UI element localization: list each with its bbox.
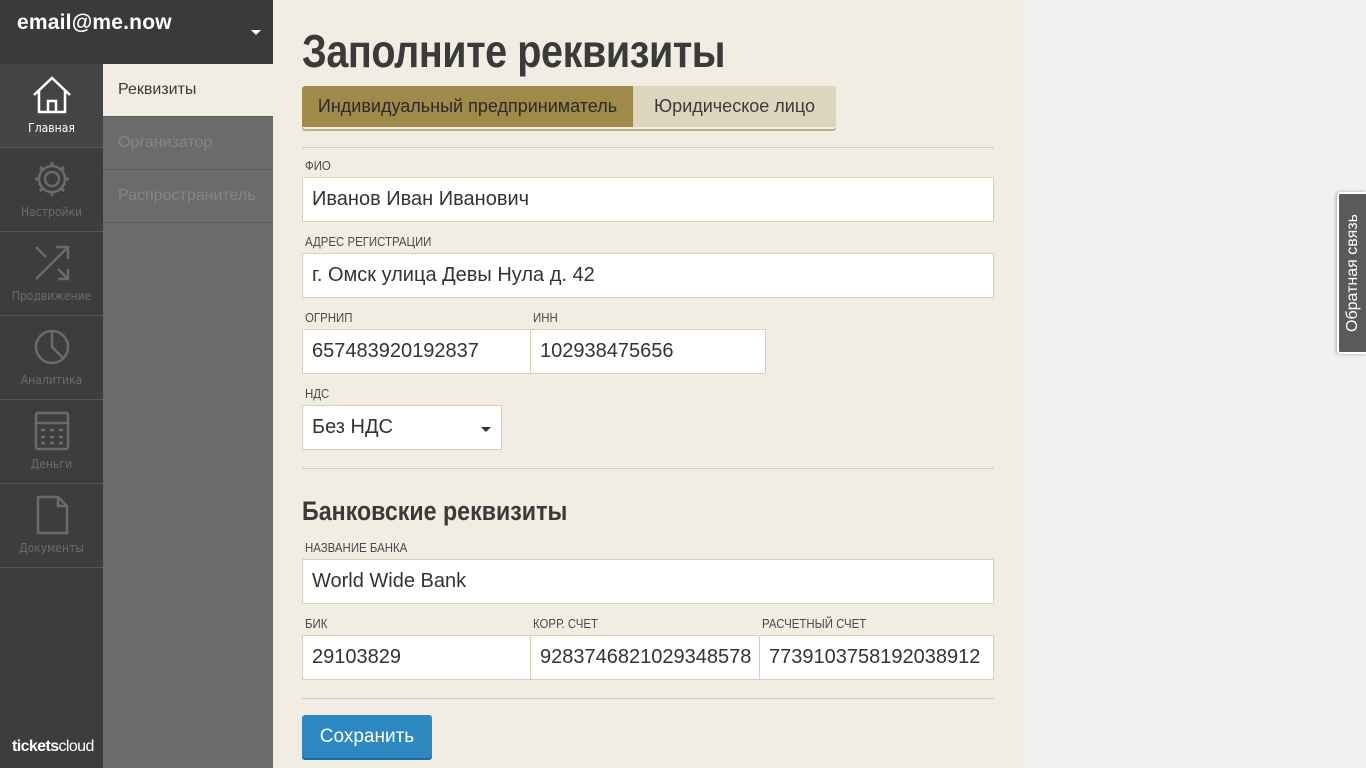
bik-label: БИК [305,616,328,631]
korr-account-label: Корр. счет [533,616,599,631]
divider [302,698,994,699]
gear-icon [31,158,73,200]
korr-account-input[interactable]: 9283746821029348578 [530,635,760,680]
inn-label: ИНН [533,310,558,325]
nav-label-settings: Настройки [21,205,82,219]
submenu-item-organizer[interactable]: Организатор [103,117,273,170]
nav-item-promotion[interactable]: Продвижение [0,232,103,316]
bank-section-title: Банковские реквизиты [302,496,568,526]
chevron-down-icon[interactable] [251,30,261,35]
divider [302,468,994,469]
feedback-label: Обратная связь [1343,214,1361,332]
entity-type-tabs: Индивидуальный предприниматель Юридическ… [302,86,836,129]
sub-menu: Реквизиты Организатор Распространитель [103,64,273,768]
main-content: Заполните реквизиты Индивидуальный предп… [273,0,1024,768]
tab-individual-entrepreneur[interactable]: Индивидуальный предприниматель [302,86,633,127]
ogrnip-input[interactable]: 657483920192837 [302,329,531,374]
calculator-icon [31,410,73,452]
home-icon [31,74,73,116]
account-email: email@me.now [17,11,172,34]
nav-label-documents: Документы [19,541,84,555]
save-button[interactable]: Сохранить [302,715,432,758]
divider [302,147,994,148]
inn-input[interactable]: 102938475656 [530,329,766,374]
account-switcher[interactable]: email@me.now [0,0,273,64]
nav-label-home: Главная [28,121,75,135]
nav-label-promotion: Продвижение [11,289,92,303]
nav-item-money[interactable]: Деньги [0,400,103,484]
feedback-tab[interactable]: Обратная связь [1337,192,1366,354]
brand-rest: cloud [58,738,95,755]
tab-legal-entity[interactable]: Юридическое лицо [633,86,836,127]
pie-chart-icon [31,326,73,368]
nav-label-analytics: Аналитика [20,373,83,387]
address-input[interactable]: г. Омск улица Девы Нула д. 42 [302,253,994,298]
nav-item-home[interactable]: Главная [0,64,103,148]
fio-label: ФИО [305,158,331,173]
address-label: Адрес регистрации [305,234,432,249]
nds-label: НДС [305,386,330,401]
submenu-item-requisites[interactable]: Реквизиты [103,64,273,117]
document-icon [31,494,73,536]
nds-selected-value: Без НДС [312,416,393,438]
empty-right-area [1024,0,1366,768]
nav-label-money: Деньги [30,457,73,471]
ticketscloud-logo: ticketscloud [12,738,94,756]
nav-item-analytics[interactable]: Аналитика [0,316,103,400]
bik-input[interactable]: 29103829 [302,635,531,680]
chevron-down-icon [481,427,491,432]
nav-item-documents[interactable]: Документы [0,484,103,568]
brand-bold: tickets [12,738,59,755]
settlement-account-input[interactable]: 7739103758192038912 [759,635,994,680]
page-title: Заполните реквизиты [302,25,726,77]
bank-name-input[interactable]: World Wide Bank [302,559,994,604]
submenu-item-distributor[interactable]: Распространитель [103,170,273,223]
ogrnip-label: ОГРНИП [305,310,353,325]
arrows-icon [31,242,73,284]
main-nav-rail: Главная Настройки Продвижение Аналитика … [0,64,103,768]
nds-select[interactable]: Без НДС [302,405,502,450]
bank-name-label: Название банка [305,540,408,555]
fio-input[interactable]: Иванов Иван Иванович [302,177,994,222]
settlement-account-label: Расчетный счет [762,616,867,631]
nav-item-settings[interactable]: Настройки [0,148,103,232]
